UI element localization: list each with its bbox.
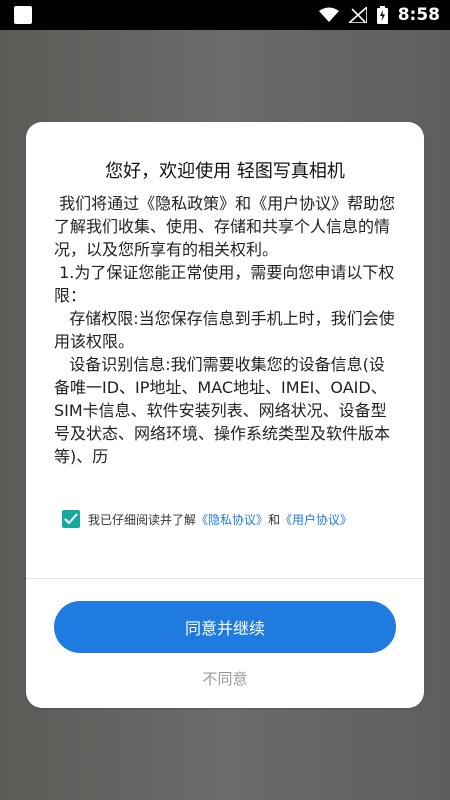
policy-paragraph: 1.为了保证您能正常使用，需要向您申请以下权限： — [54, 263, 395, 305]
check-icon — [64, 513, 78, 525]
dialog-title: 您好，欢迎使用 轻图写真相机 — [105, 161, 345, 182]
agree-continue-button[interactable]: 同意并继续 — [54, 601, 396, 653]
policy-paragraph: 我们将通过《隐私政策》和《用户协议》帮助您了解我们收集、使用、存储和共享个人信息… — [54, 194, 396, 259]
consent-row: 我已仔细阅读并了解 《隐私协议》 和 《用户协议》 — [62, 510, 352, 528]
consent-and-text: 和 — [268, 512, 281, 527]
disagree-button[interactable]: 不同意 — [26, 668, 424, 689]
clock: 8:58 — [397, 5, 440, 25]
policy-paragraph: 存储权限:当您保存信息到手机上时，我们会使用该权限。 — [54, 309, 395, 351]
consent-checkbox[interactable] — [62, 510, 80, 528]
policy-text-scroll[interactable]: 我们将通过《隐私政策》和《用户协议》帮助您了解我们收集、使用、存储和共享个人信息… — [54, 192, 400, 612]
notification-icon — [14, 6, 32, 24]
divider — [26, 578, 424, 579]
status-icons: 8:58 — [318, 0, 440, 30]
privacy-dialog: 您好，欢迎使用 轻图写真相机 我们将通过《隐私政策》和《用户协议》帮助您了解我们… — [26, 122, 424, 708]
consent-text: 我已仔细阅读并了解 — [88, 512, 197, 527]
status-bar: 8:58 — [0, 0, 450, 30]
policy-paragraph: 设备识别信息:我们需要收集您的设备信息(设备唯一ID、IP地址、MAC地址、IM… — [54, 355, 391, 466]
wifi-icon — [318, 7, 339, 23]
privacy-policy-link[interactable]: 《隐私协议》 — [196, 511, 268, 528]
signal-icon — [348, 7, 367, 23]
user-agreement-link[interactable]: 《用户协议》 — [280, 511, 352, 528]
battery-charging-icon — [376, 6, 388, 24]
